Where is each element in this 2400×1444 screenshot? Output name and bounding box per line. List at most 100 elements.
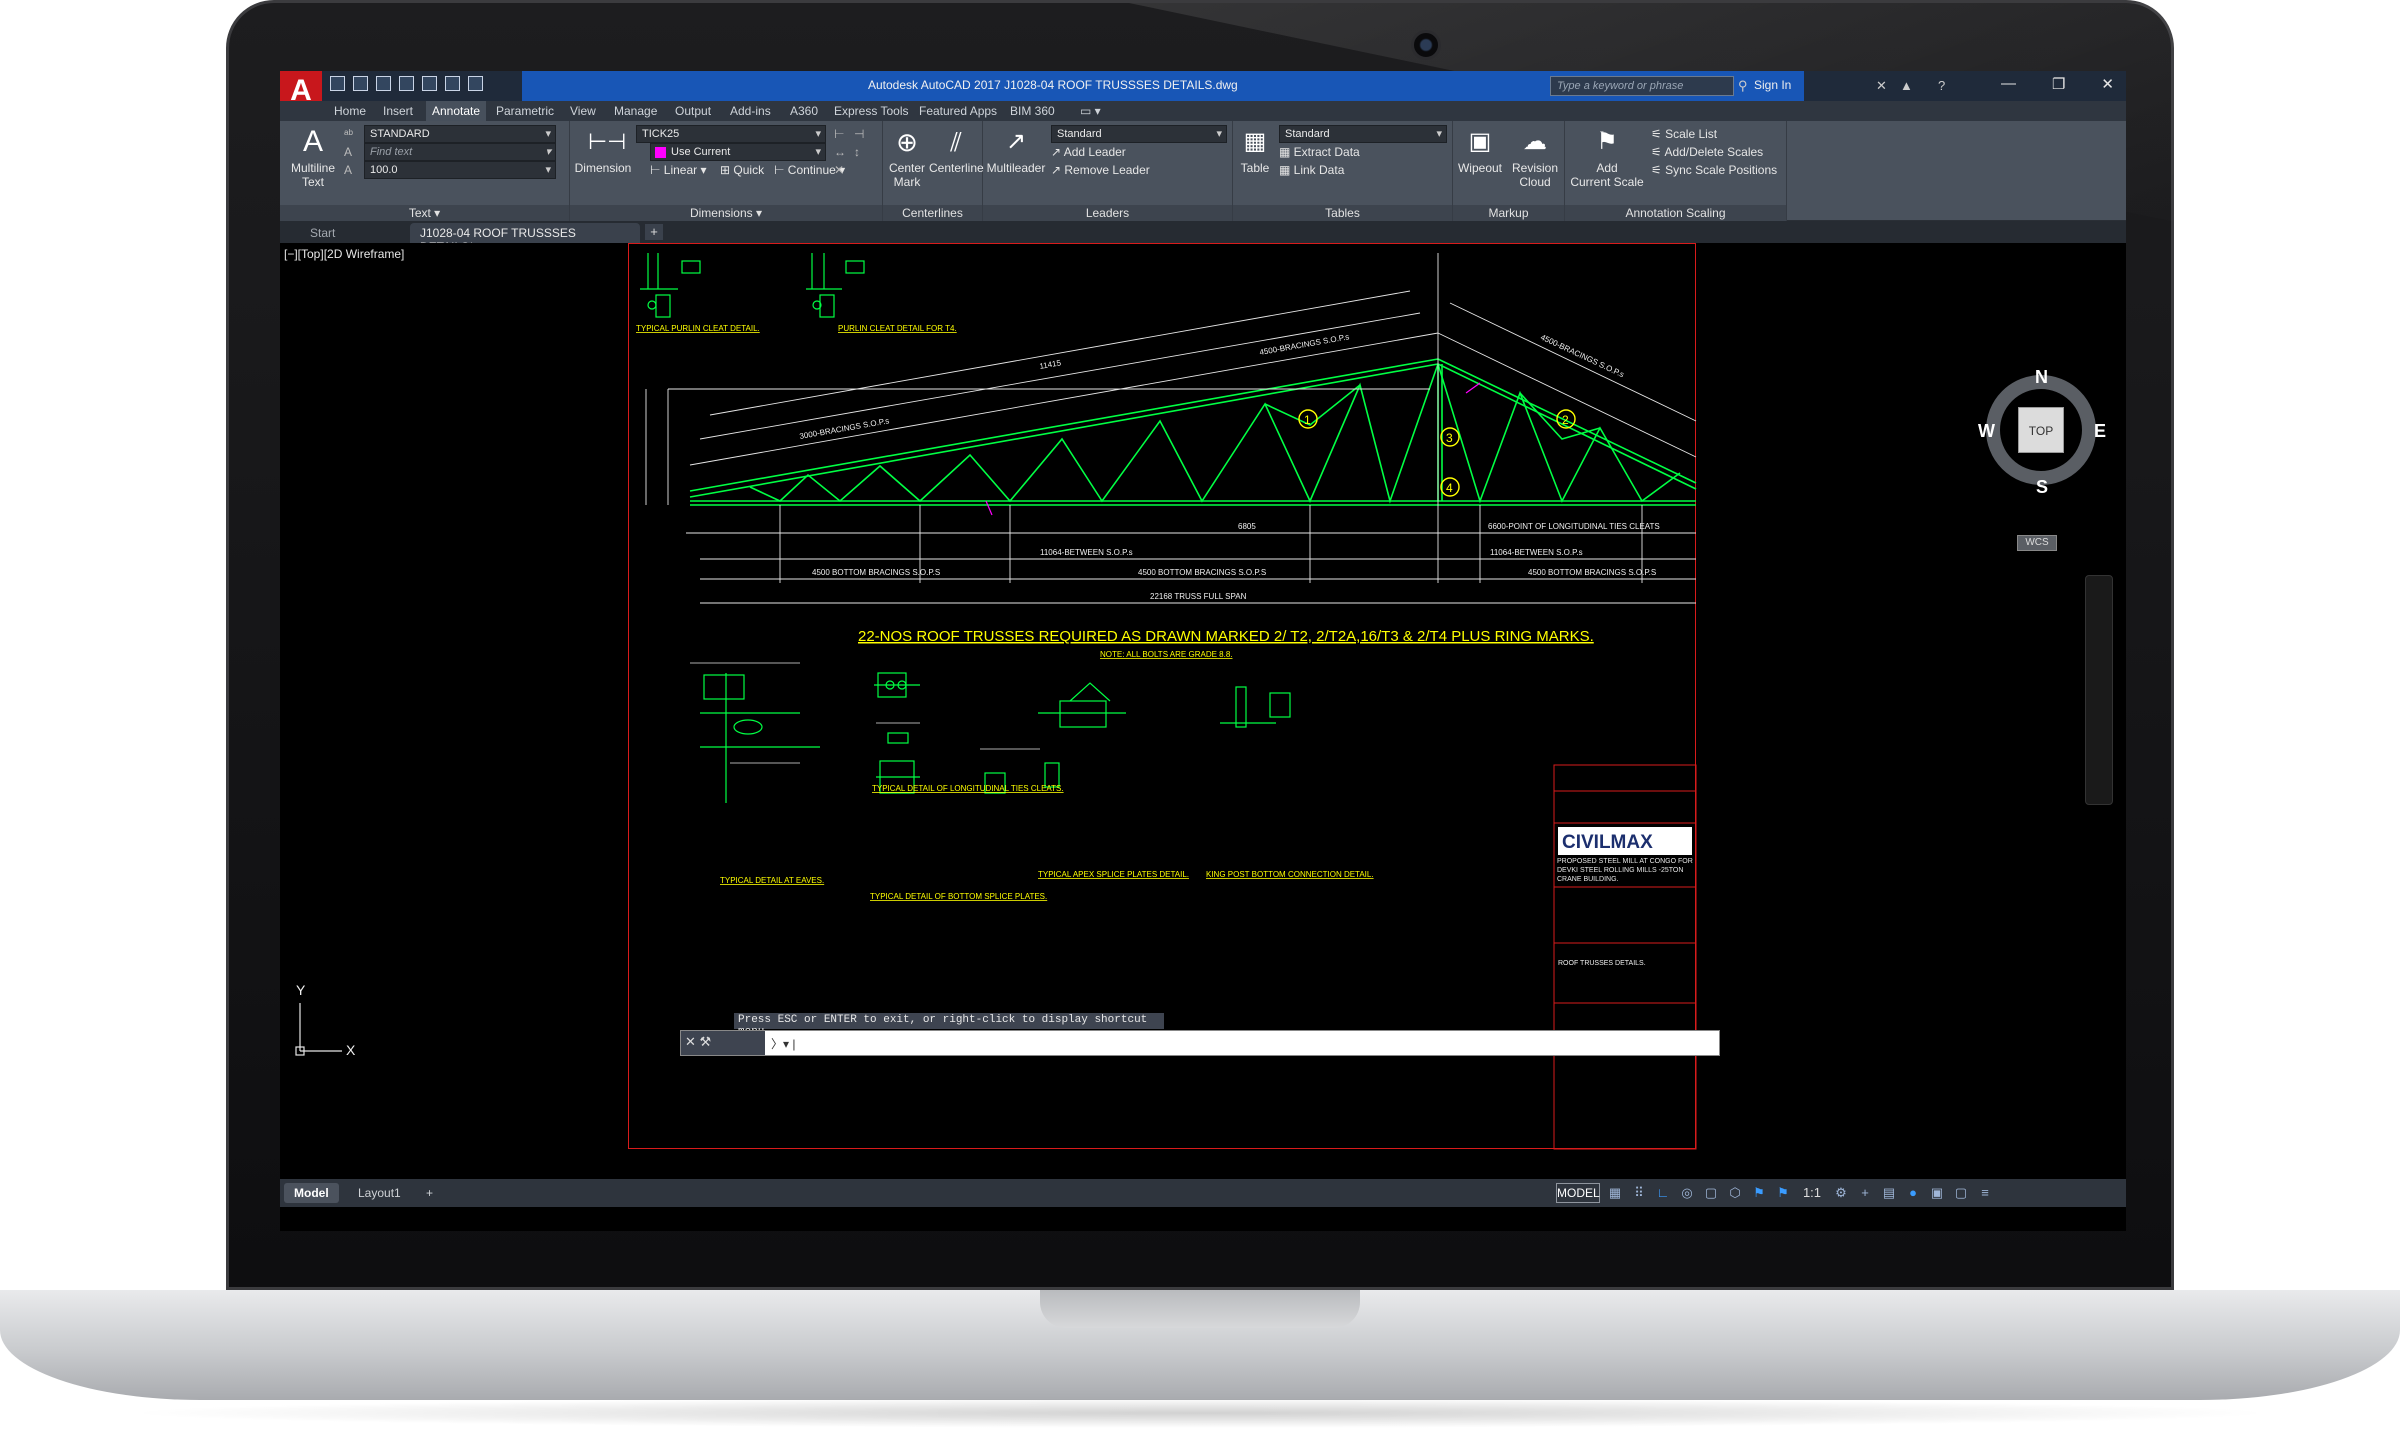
ortho-icon[interactable]: ∟ (1654, 1184, 1672, 1202)
polar-icon[interactable]: ◎ (1678, 1184, 1696, 1202)
tab-annotate[interactable]: Annotate (426, 101, 487, 121)
multileader-button[interactable]: ↗ Multileader (985, 127, 1047, 175)
dim-tool-icon-1[interactable]: ⊢ (834, 127, 848, 141)
dim-tool-icon-2[interactable]: ⊣ (854, 127, 868, 141)
print-icon[interactable] (422, 76, 437, 91)
text-height-input[interactable]: 100.0 (364, 161, 556, 179)
tab-manage[interactable]: Manage (614, 104, 657, 118)
minimize-icon[interactable]: — (2001, 75, 2016, 93)
search-input[interactable]: Type a keyword or phrase (1550, 76, 1734, 96)
exchange-icon[interactable]: ✕ (1876, 78, 1892, 93)
undo-icon[interactable] (445, 76, 460, 91)
text-style-select[interactable]: STANDARD (364, 125, 556, 143)
tab-view[interactable]: View (570, 104, 596, 118)
close-command-icon[interactable]: ✕ (685, 1034, 696, 1049)
compass-north[interactable]: N (2035, 367, 2048, 388)
isodraft-icon[interactable]: ⬡ (1726, 1184, 1744, 1202)
scale-list-button[interactable]: ⚟ Scale List (1651, 127, 1717, 141)
table-button[interactable]: ▦ Table (1235, 127, 1275, 175)
table-style-select[interactable]: Standard (1279, 125, 1447, 143)
wcs-menu[interactable]: WCS (2017, 535, 2057, 551)
osnap-icon[interactable]: ▢ (1702, 1184, 1720, 1202)
centerline-button[interactable]: ⫽ Centerline (929, 127, 984, 175)
layout1-tab[interactable]: Layout1 (348, 1183, 411, 1203)
link-data-button[interactable]: ▦ Link Data (1279, 163, 1344, 177)
tab-home[interactable]: Home (334, 104, 366, 118)
find-text-input[interactable]: Find text (364, 143, 556, 161)
viewcube-top-face[interactable]: TOP (2018, 407, 2064, 453)
a360-icon[interactable]: ▲ (1900, 78, 1916, 93)
annotation-scale-label[interactable]: 1:1 (1798, 1184, 1826, 1202)
model-space-button[interactable]: MODEL (1556, 1183, 1600, 1203)
ribbon-options-icon[interactable]: ▭ ▾ (1080, 104, 1101, 118)
file-tab-active[interactable]: J1028-04 ROOF TRUSSSES DETAILS* (410, 223, 640, 254)
sync-scale-button[interactable]: ⚟ Sync Scale Positions (1651, 163, 1777, 177)
auto-scale-icon[interactable]: ⚑ (1774, 1184, 1792, 1202)
annotation-visibility-icon[interactable]: ⚑ (1750, 1184, 1768, 1202)
dimension-button[interactable]: ⊢⊣ Dimension (574, 127, 632, 175)
viewcube[interactable]: TOP N S E W (1978, 367, 2108, 497)
dimensions-panel-title[interactable]: Dimensions ▾ (570, 205, 882, 221)
dim-tool-icon-4[interactable]: ↕ (854, 145, 868, 159)
linear-button[interactable]: ⊢ Linear ▾ (650, 163, 707, 177)
customization-menu-icon[interactable]: ≡ (1976, 1184, 1994, 1202)
multiline-text-button[interactable]: A Multiline Text (288, 127, 338, 190)
extract-data-button[interactable]: ▦ Extract Data (1279, 145, 1360, 159)
command-prompt[interactable]: 〉▾ | (771, 1035, 795, 1052)
save-icon[interactable] (376, 76, 391, 91)
restore-icon[interactable]: ❐ (2052, 75, 2065, 93)
customize-icon[interactable]: ⚒ (700, 1034, 712, 1049)
open-icon[interactable] (353, 76, 368, 91)
compass-west[interactable]: W (1978, 421, 1995, 442)
revision-cloud-button[interactable]: ☁ Revision Cloud (1507, 127, 1563, 189)
remove-leader-button[interactable]: ↗ Remove Leader (1051, 163, 1150, 177)
dim-layer-select[interactable]: Use Current (650, 143, 826, 161)
tab-output[interactable]: Output (675, 104, 711, 118)
dim-style-select[interactable]: TICK25 (636, 125, 826, 143)
file-tab-start[interactable]: Start (300, 223, 345, 243)
command-line[interactable]: ✕ ⚒ 〉▾ | (680, 1030, 1720, 1056)
add-delete-scales-button[interactable]: ⚟ Add/Delete Scales (1651, 145, 1763, 159)
center-mark-button[interactable]: ⊕ Center Mark (883, 127, 931, 189)
tab-parametric[interactable]: Parametric (496, 104, 554, 118)
continue-label: Continue (787, 163, 836, 177)
model-layout-tab[interactable]: Model (284, 1183, 339, 1203)
grid-icon[interactable]: ▦ (1606, 1184, 1624, 1202)
sign-in-button[interactable]: Sign In (1754, 78, 1791, 92)
add-current-scale-button[interactable]: ⚑ Add Current Scale (1567, 127, 1647, 189)
wipeout-button[interactable]: ▣ Wipeout (1455, 127, 1505, 175)
navigation-bar[interactable] (2085, 575, 2113, 805)
tab-insert[interactable]: Insert (383, 104, 413, 118)
new-icon[interactable] (330, 76, 345, 91)
hardware-accel-icon[interactable]: ▣ (1928, 1184, 1946, 1202)
tab-add-ins[interactable]: Add-ins (730, 104, 771, 118)
binoculars-icon[interactable]: ⚲ (1738, 78, 1754, 93)
quick-button[interactable]: ⊞ Quick (720, 163, 764, 177)
drawing-canvas[interactable]: [−][Top][2D Wireframe] TYPICAL PURLIN CL… (280, 243, 2126, 1179)
text-panel-title[interactable]: Text ▾ (280, 205, 569, 221)
leader-style-select[interactable]: Standard (1051, 125, 1227, 143)
redo-icon[interactable] (468, 76, 483, 91)
check-spelling-icon[interactable]: ᵃᵇ (344, 127, 358, 141)
units-icon[interactable]: ▤ (1880, 1184, 1898, 1202)
save-as-icon[interactable] (399, 76, 414, 91)
workspace-gear-icon[interactable]: ⚙ (1832, 1184, 1850, 1202)
tab-bim-360[interactable]: BIM 360 (1010, 104, 1055, 118)
new-file-tab-button[interactable]: + (645, 224, 663, 240)
compass-south[interactable]: S (2036, 477, 2048, 498)
clean-screen-icon[interactable]: ▢ (1952, 1184, 1970, 1202)
compass-east[interactable]: E (2094, 421, 2106, 442)
close-icon[interactable]: ✕ (2101, 75, 2114, 93)
snap-icon[interactable]: ⠿ (1630, 1184, 1648, 1202)
tab-featured-apps[interactable]: Featured Apps (919, 104, 997, 118)
help-icon[interactable]: ? (1938, 78, 1954, 93)
markup-panel-title: Markup (1453, 205, 1564, 221)
add-leader-button[interactable]: ↗ Add Leader (1051, 145, 1126, 159)
dim-tool-icon-5[interactable]: ✕ (834, 163, 848, 177)
annotation-monitor-icon[interactable]: + (1856, 1184, 1874, 1202)
dim-tool-icon-3[interactable]: ↔ (834, 145, 848, 159)
isolate-objects-icon[interactable]: ● (1904, 1184, 1922, 1202)
tab-express-tools[interactable]: Express Tools (834, 104, 908, 118)
tab-a360[interactable]: A360 (790, 104, 818, 118)
add-layout-button[interactable]: + (416, 1183, 443, 1203)
